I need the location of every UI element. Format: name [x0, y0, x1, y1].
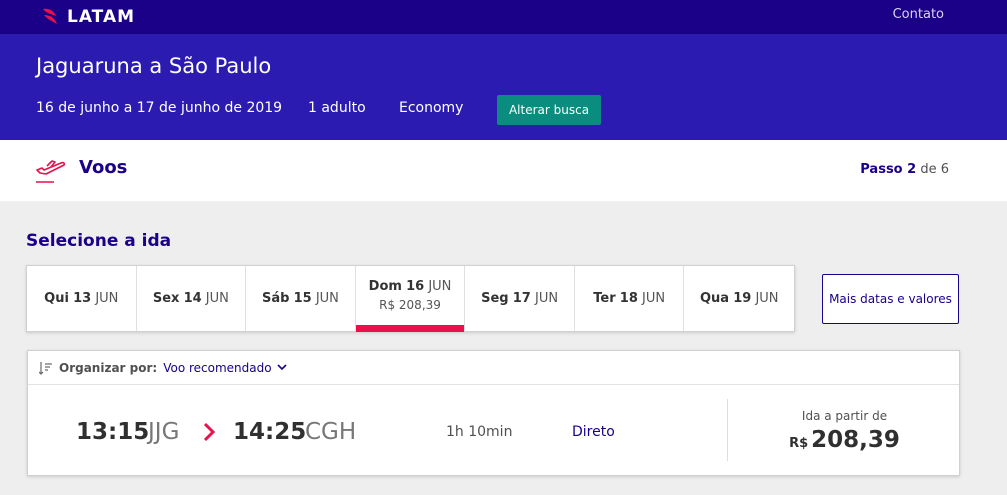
departure-airport: JJG: [148, 419, 180, 445]
travel-dates: 16 de junho a 17 de junho de 2019: [36, 100, 283, 116]
price-from-label: Ida a partir de: [801, 409, 888, 423]
plane-takeoff-icon: [36, 160, 66, 183]
change-search-button[interactable]: Alterar busca: [497, 95, 601, 125]
search-summary: Jaguaruna a São Paulo 16 de junho a 17 d…: [0, 34, 1007, 140]
date-weekday: Qui: [44, 291, 69, 306]
date-day: 14: [183, 291, 202, 306]
step-separator: de: [920, 162, 937, 177]
date-option[interactable]: Sáb 15 JUN: [246, 266, 356, 331]
step-label: Passo: [860, 162, 903, 177]
date-weekday: Sex: [152, 291, 180, 306]
sort-label: Organizar por:: [59, 360, 158, 375]
date-option[interactable]: Sex 14 JUN: [137, 266, 247, 331]
price-amount: 208,39: [811, 427, 900, 453]
step-header: Voos Passo 2 de 6: [0, 140, 1007, 201]
date-month: JUN: [315, 291, 339, 306]
flight-results: Organizar por: Voo recomendado 13:15 JJG…: [27, 350, 960, 476]
date-option-selected[interactable]: Dom 16 JUN R$ 208,39: [355, 266, 466, 332]
selected-date-indicator: [355, 325, 465, 332]
contact-link[interactable]: Contato: [893, 7, 944, 22]
arrival-airport: CGH: [305, 419, 357, 445]
date-month: JUN: [428, 279, 452, 294]
departure-time: 13:15: [76, 419, 150, 445]
date-day: 17: [512, 291, 531, 306]
date-option[interactable]: Seg 17 JUN: [465, 266, 575, 331]
route-title: Jaguaruna a São Paulo: [36, 54, 272, 78]
flight-row[interactable]: 13:15 JJG 14:25 CGH 1h 10min Direto Ida …: [28, 385, 959, 476]
passenger-count: 1 adulto: [308, 100, 366, 116]
latam-logo[interactable]: LATAM: [41, 5, 135, 29]
logo-text: LATAM: [67, 7, 136, 27]
date-option[interactable]: Qua 19 JUN: [684, 266, 794, 331]
date-month: JUN: [205, 291, 229, 306]
flight-duration: 1h 10min: [446, 424, 513, 440]
date-weekday: Sáb: [261, 291, 290, 306]
flight-stops: Direto: [572, 424, 615, 440]
latam-logo-icon: [43, 8, 57, 24]
date-month: JUN: [755, 291, 779, 306]
date-weekday: Ter: [593, 291, 616, 306]
date-weekday: Qua: [699, 291, 730, 306]
step-total: 6: [940, 162, 949, 177]
date-option[interactable]: Qui 13 JUN: [27, 266, 137, 331]
date-weekday: Seg: [481, 291, 509, 306]
date-day: 13: [73, 291, 92, 306]
cabin-class: Economy: [399, 100, 464, 116]
date-month: JUN: [95, 291, 119, 306]
date-option[interactable]: Ter 18 JUN: [575, 266, 685, 331]
date-weekday: Dom: [368, 279, 402, 294]
date-month: JUN: [642, 291, 666, 306]
step-indicator: Passo 2 de 6: [860, 162, 949, 177]
sort-dropdown[interactable]: Voo recomendado: [163, 360, 287, 375]
arrival-time: 14:25: [233, 419, 307, 445]
sort-value: Voo recomendado: [163, 360, 272, 375]
flight-price: R$ 208,39: [728, 427, 961, 453]
date-month: JUN: [535, 291, 559, 306]
price-currency: R$: [789, 436, 809, 451]
date-price: R$ 208,39: [379, 298, 441, 312]
sort-icon: [39, 361, 52, 375]
step-current: 2: [907, 162, 917, 177]
top-navbar: LATAM Contato: [0, 0, 1007, 34]
select-outbound-title: Selecione a ida: [26, 231, 172, 251]
more-dates-button[interactable]: Mais datas e valores: [822, 274, 959, 324]
chevron-right-icon: [203, 422, 216, 442]
section-title: Voos: [79, 157, 128, 178]
date-day: 18: [619, 291, 638, 306]
date-day: 15: [293, 291, 312, 306]
chevron-down-icon: [277, 364, 287, 371]
date-selector: Qui 13 JUN Sex 14 JUN Sáb 15 JUN Dom 16 …: [26, 265, 795, 332]
sort-bar: Organizar por: Voo recomendado: [28, 351, 959, 385]
date-day: 19: [733, 291, 752, 306]
date-day: 16: [406, 279, 425, 294]
